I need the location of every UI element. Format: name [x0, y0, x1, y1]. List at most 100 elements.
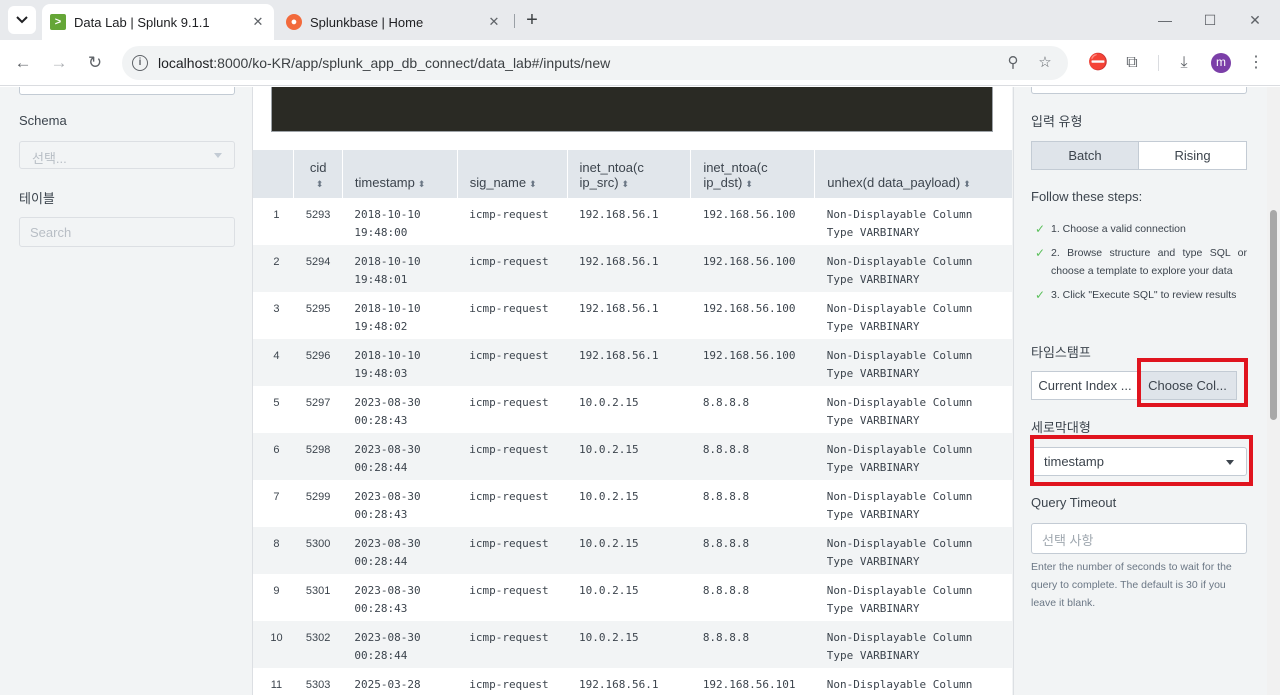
cell-ip-dst: 192.168.56.101	[702, 678, 796, 691]
browser-titlebar: > Data Lab | Splunk 9.1.1 ✕ ● Splunkbase…	[0, 0, 1280, 40]
extension-blocked-icon[interactable]: ⛔	[1086, 51, 1110, 75]
column-header-label: inet_ntoa(c ip_dst)	[703, 160, 768, 190]
cell-payload: Non-Displayable Column Type VARBINARY	[815, 386, 1012, 433]
table-search-input[interactable]: Search	[19, 217, 235, 247]
scrollbar-thumb[interactable]	[1270, 210, 1277, 420]
new-tab-button[interactable]: +	[520, 8, 544, 32]
window-close-icon[interactable]: ✕	[1243, 8, 1267, 32]
cell-timestamp: 2018-10-10 19:48:00	[342, 198, 457, 245]
cell-timestamp: 2023-08-30 00:28:44	[342, 433, 458, 480]
table-row: 3 5295 2018-10-10 19:48:02 icmp-request 192.1…	[253, 292, 1012, 339]
profile-avatar[interactable]: m	[1211, 53, 1231, 73]
column-header-cid[interactable]: cid ⬍	[293, 150, 343, 198]
row-number: 3	[273, 303, 280, 315]
column-select-highlight	[1030, 435, 1253, 486]
column-header-sig-name[interactable]: sig_name ⬍	[456, 150, 568, 198]
cell-date: 2023-08-30	[354, 490, 421, 503]
sort-icon[interactable]: ⬍	[529, 179, 537, 189]
sort-icon[interactable]: ⬍	[963, 179, 971, 189]
cell-ip-src: 192.168.56.1	[567, 339, 691, 386]
extensions-puzzle-icon[interactable]: ⧉	[1120, 51, 1144, 75]
tab-data-lab[interactable]: > Data Lab | Splunk 9.1.1 ✕	[42, 4, 274, 40]
name-input[interactable]	[1031, 87, 1247, 94]
schema-select[interactable]: 선택...	[19, 141, 235, 169]
cell-sig-name: icmp-request	[469, 490, 549, 503]
url-text[interactable]: localhost:8000/ko-KR/app/splunk_app_db_c…	[158, 55, 610, 71]
back-arrow-icon[interactable]: ←	[11, 51, 35, 75]
table-row: 7 5299 2023-08-30 00:28:43 icmp-request 10.0.…	[253, 480, 1012, 527]
column-header-label: timestamp	[354, 175, 415, 190]
close-icon[interactable]: ✕	[484, 14, 504, 30]
cell-timestamp: 2018-10-10 19:48:03	[342, 339, 458, 386]
cell-timestamp: 2023-08-30 00:28:44	[342, 527, 458, 574]
page-scrollbar[interactable]	[1267, 87, 1280, 695]
query-timeout-help: Enter the number of seconds to wait for …	[1031, 561, 1232, 609]
forward-arrow-icon[interactable]: →	[47, 51, 71, 75]
cell-cid: 5294	[293, 245, 343, 292]
column-header-ip-dst[interactable]: inet_ntoa(c ip_dst) ⬍	[690, 150, 815, 198]
download-icon[interactable]: ⤓	[1172, 51, 1196, 75]
cell-payload-line: Type VARBINARY	[826, 273, 920, 286]
tab-search-button[interactable]	[8, 6, 36, 34]
sort-icon[interactable]: ⬍	[418, 179, 426, 189]
step-item: ✓ 2. Browse structure and type SQL or cho…	[1031, 244, 1247, 280]
left-panel: Schema 선택... 테이블 Search	[0, 87, 253, 695]
cell-timestamp: 2023-08-30 00:28:43	[342, 386, 457, 433]
column-header-ip-src[interactable]: inet_ntoa(c ip_src) ⬍	[566, 150, 691, 198]
sort-icon[interactable]: ⬍	[316, 179, 324, 189]
cell-ip-dst: 192.168.56.100	[702, 208, 796, 221]
cell-date: 2023-08-30	[354, 537, 421, 550]
table-row: 1 5293 2018-10-10 19:48:00 icmp-request 192.1…	[253, 198, 1012, 245]
column-header-label: unhex(d data_payload)	[827, 175, 961, 190]
cell-payload: Non-Displayable Column Type VARBINARY	[814, 527, 1012, 574]
bookmark-star-icon[interactable]: ☆	[1036, 54, 1054, 72]
tab-splunkbase[interactable]: ● Splunkbase | Home ✕	[278, 4, 510, 40]
cell-ip-src: 10.0.2.15	[567, 433, 691, 480]
sort-icon[interactable]: ⬍	[622, 179, 630, 189]
reload-icon[interactable]: ↻	[83, 51, 107, 75]
cell-payload: Non-Displayable Column Type VARBINARY	[815, 480, 1012, 527]
close-icon[interactable]: ✕	[248, 14, 268, 30]
cell-ip-dst: 8.8.8.8	[690, 527, 815, 574]
row-number: 11	[270, 679, 283, 691]
more-menu-icon[interactable]: ⋮	[1244, 51, 1268, 75]
cell-payload-line: Non-Displayable Column	[826, 255, 973, 268]
results-body: 1 5293 2018-10-10 19:48:00 icmp-request 192.1…	[253, 198, 1012, 695]
step-text: 3. Click "Execute SQL" to review results	[1051, 289, 1237, 301]
site-info-icon[interactable]: i	[132, 55, 148, 71]
query-timeout-input[interactable]: 선택 사항	[1031, 523, 1247, 554]
cell-ip-src: 192.168.56.1	[579, 678, 659, 691]
results-panel: cid ⬍ timestamp ⬍ sig_name ⬍ inet_ntoa(c ip…	[253, 87, 1012, 695]
row-number-header	[253, 150, 294, 198]
cell-sig-name: icmp-request	[457, 339, 568, 386]
search-placeholder: Search	[30, 225, 72, 240]
step-text: 2. Browse structure and type SQL or choo…	[1051, 247, 1247, 277]
checkmark-icon: ✓	[1035, 246, 1046, 260]
column-header-label: sig_name	[469, 175, 527, 190]
row-number: 2	[253, 245, 294, 292]
sql-editor[interactable]	[271, 87, 993, 132]
column-header-timestamp[interactable]: timestamp ⬍	[341, 150, 458, 198]
cell-cid: 5299	[305, 491, 331, 503]
address-bar[interactable]: i localhost:8000/ko-KR/app/splunk_app_db…	[122, 46, 1068, 80]
cell-ip-dst: 8.8.8.8	[690, 433, 815, 480]
maximize-icon[interactable]: ☐	[1198, 8, 1222, 32]
rising-button[interactable]: Rising	[1139, 141, 1247, 170]
schema-label: Schema	[19, 113, 67, 128]
row-number: 4	[253, 339, 294, 386]
minimize-icon[interactable]: —	[1153, 8, 1177, 32]
batch-button[interactable]: Batch	[1031, 141, 1139, 170]
connection-select[interactable]	[19, 87, 235, 95]
query-timeout-label: Query Timeout	[1031, 495, 1117, 510]
cell-payload-line: Non-Displayable Column	[826, 208, 973, 221]
table-row: 11 5303 2025-03-28 icmp-request 192.168.56.1…	[253, 668, 1012, 695]
cell-timestamp: 2025-03-28	[342, 668, 457, 695]
cell-ip-dst: 192.168.56.100	[690, 245, 815, 292]
cell-payload: Non-Displayable Column Type VARBINARY	[815, 292, 1012, 339]
cell-sig-name: icmp-request	[469, 678, 549, 691]
current-index-button[interactable]: Current Index ...	[1031, 371, 1139, 400]
cell-cid: 5295	[305, 303, 331, 315]
zoom-icon[interactable]: ⚲	[1004, 54, 1022, 72]
column-header-payload[interactable]: unhex(d data_payload) ⬍	[814, 150, 1012, 198]
sort-icon[interactable]: ⬍	[745, 179, 753, 189]
